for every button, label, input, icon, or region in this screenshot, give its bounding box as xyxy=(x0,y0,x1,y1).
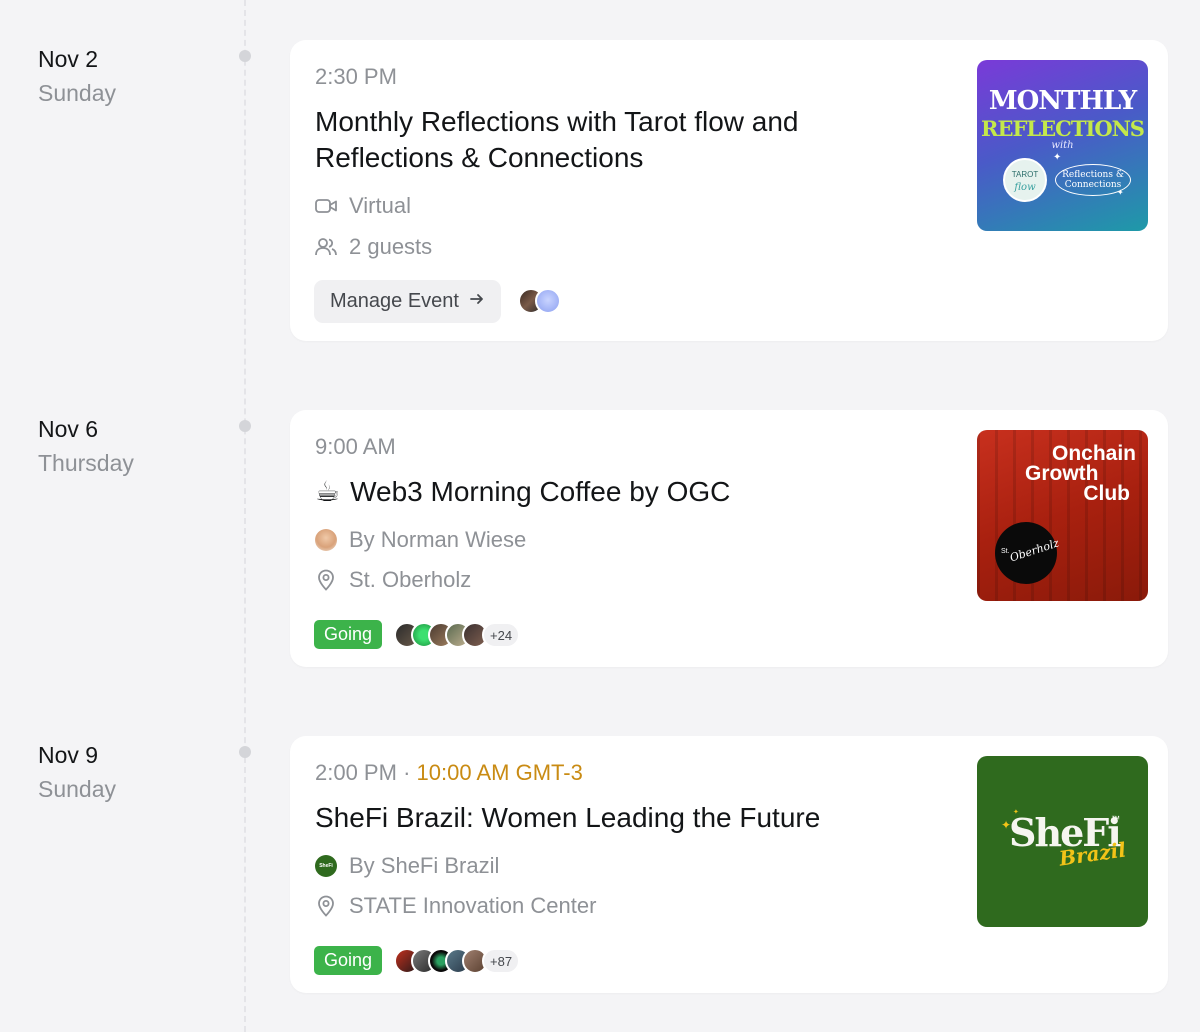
map-pin-icon xyxy=(315,895,337,917)
weekday: Sunday xyxy=(38,80,117,106)
cover-line1: MONTHLY xyxy=(988,86,1137,116)
weekday: Sunday xyxy=(38,776,117,802)
start-time: 9:00 AM xyxy=(315,434,396,459)
arrow-right-icon xyxy=(469,290,485,313)
event-card[interactable]: 2:30 PM Monthly Reflections with Tarot f… xyxy=(290,40,1168,341)
date: Nov 6 xyxy=(38,416,99,442)
attendee-avatars[interactable]: +24 xyxy=(394,622,521,648)
cover-line3: Club xyxy=(1083,482,1130,505)
more-attendees-count[interactable]: +87 xyxy=(482,948,521,974)
host-avatars[interactable] xyxy=(518,288,561,314)
start-time: 2:30 PM xyxy=(315,64,397,89)
manage-event-label: Manage Event xyxy=(330,290,459,312)
event-time: 2:30 PM xyxy=(315,63,397,91)
time-separator: · xyxy=(403,760,411,785)
date: Nov 2 xyxy=(38,46,99,72)
video-icon xyxy=(315,195,337,217)
avatar[interactable] xyxy=(535,288,561,314)
timeline-dot xyxy=(239,420,251,432)
badge-right-top: Reflections & xyxy=(1062,170,1124,180)
tarot-flow-badge: TAROT flow xyxy=(1003,158,1047,202)
event-title[interactable]: Monthly Reflections with Tarot flow and … xyxy=(315,104,935,176)
event-time: 9:00 AM xyxy=(315,433,396,461)
host-avatar xyxy=(315,529,337,551)
coffee-icon: ☕ xyxy=(315,476,341,507)
going-badge: Going xyxy=(314,620,383,649)
event-card[interactable]: 2:00 PM · 10:00 AM GMT-3 SheFi Brazil: W… xyxy=(290,736,1168,993)
local-time: 10:00 AM GMT-3 xyxy=(416,760,583,785)
cover-line3: with xyxy=(1051,140,1074,151)
event-location: Virtual xyxy=(315,192,411,220)
sparkle-icon: ✦ xyxy=(1013,809,1019,816)
cover-line1: Onchain xyxy=(1051,442,1136,465)
location-text: Virtual xyxy=(349,193,411,218)
event-title[interactable]: SheFi Brazil: Women Leading the Future xyxy=(315,800,935,836)
host-avatar: SheFi xyxy=(315,855,337,877)
host-name[interactable]: By Norman Wiese xyxy=(349,527,526,553)
oberholz-logo: St. Oberholz xyxy=(995,522,1061,584)
event-title-text: Web3 Morning Coffee by OGC xyxy=(350,476,731,507)
date: Nov 9 xyxy=(38,742,99,768)
event-host: SheFi By SheFi Brazil xyxy=(315,852,499,880)
event-title[interactable]: ☕ Web3 Morning Coffee by OGC xyxy=(315,474,935,510)
more-attendees-count[interactable]: +24 xyxy=(482,622,521,648)
date-label: Nov 2 Sunday xyxy=(38,44,116,108)
timeline-line xyxy=(244,0,246,1032)
event-time: 2:00 PM · 10:00 AM GMT-3 xyxy=(315,759,583,787)
host-avatar-text: SheFi xyxy=(319,863,333,869)
event-card[interactable]: 9:00 AM ☕ Web3 Morning Coffee by OGC By N… xyxy=(290,410,1168,667)
cover-line2: REFLECTIONS xyxy=(981,116,1145,141)
sparkle-icon: ✦ xyxy=(1117,188,1124,197)
guests-count: 2 guests xyxy=(349,234,433,259)
location-text: St. Oberholz xyxy=(349,567,472,592)
event-location: STATE Innovation Center xyxy=(315,892,596,920)
manage-event-button[interactable]: Manage Event xyxy=(314,280,501,323)
date-label: Nov 9 Sunday xyxy=(38,740,116,804)
cover-line2: Growth xyxy=(1025,462,1099,485)
cover-tm: ™ xyxy=(1111,814,1120,824)
event-cover-image[interactable]: Onchain Growth Club St. Oberholz xyxy=(977,430,1148,601)
location-text: STATE Innovation Center xyxy=(349,893,597,918)
sparkle-icon: ✦ xyxy=(1053,152,1062,163)
start-time: 2:00 PM xyxy=(315,760,397,785)
event-cover-image[interactable]: MONTHLY REFLECTIONS with TAROT flow Refl… xyxy=(977,60,1148,231)
timeline-dot xyxy=(239,746,251,758)
event-location: St. Oberholz xyxy=(315,566,471,594)
badge-left-top: TAROT xyxy=(1011,170,1039,179)
weekday: Thursday xyxy=(38,450,134,476)
date-label: Nov 6 Thursday xyxy=(38,414,134,478)
users-icon xyxy=(315,236,337,258)
map-pin-icon xyxy=(315,569,337,591)
badge-left-bottom: flow xyxy=(1014,182,1036,193)
event-cover-image[interactable]: SheFi ™ Brazil ✦ ✦ xyxy=(977,756,1148,927)
event-guests: 2 guests xyxy=(315,233,432,261)
host-name[interactable]: By SheFi Brazil xyxy=(349,853,499,879)
going-badge: Going xyxy=(314,946,383,975)
timeline-dot xyxy=(239,50,251,62)
sparkle-icon: ✦ xyxy=(1001,818,1012,832)
event-host: By Norman Wiese xyxy=(315,526,526,554)
attendee-avatars[interactable]: +87 xyxy=(394,948,521,974)
logo-text: Oberholz xyxy=(1008,536,1061,565)
